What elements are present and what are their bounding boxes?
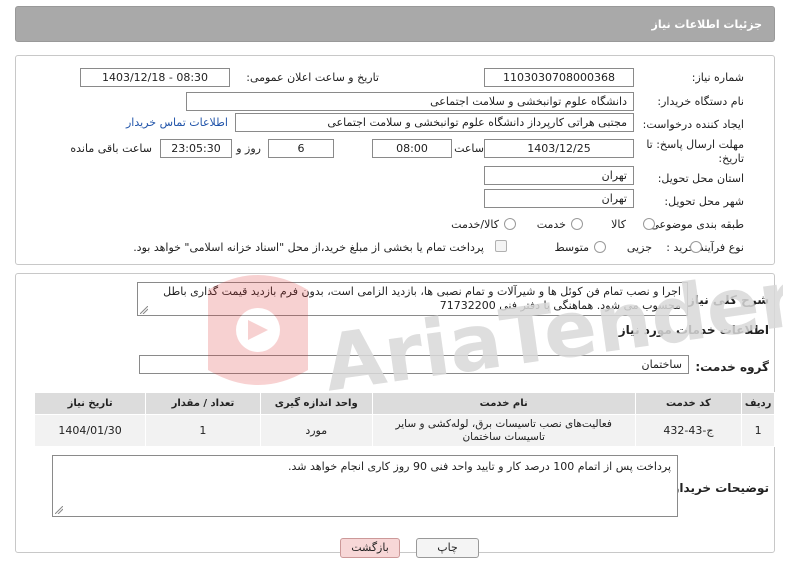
services-table: ردیف کد خدمت نام خدمت واحد اندازه گیری ت… xyxy=(33,392,775,447)
cell-index: 1 xyxy=(741,414,775,447)
creator-field: مجتبی هراتی کارپرداز دانشگاه علوم توانبخ… xyxy=(235,113,634,132)
deadline-label-date: تاریخ: xyxy=(718,152,744,165)
cell-date: 1404/01/30 xyxy=(33,414,147,447)
city-label: شهر محل تحویل: xyxy=(664,195,744,208)
category-goods-service-radio[interactable] xyxy=(504,218,516,230)
need-number-field: 1103030708000368 xyxy=(484,68,634,87)
service-group-field: ساختمان xyxy=(139,355,689,374)
description-textarea[interactable]: اجرا و نصب تمام فن کوئل ها و شیرآلات و ت… xyxy=(137,282,688,316)
col-index: ردیف xyxy=(741,392,775,415)
deadline-time-field: 08:00 xyxy=(372,139,452,158)
buyer-org-label: نام دستگاه خریدار: xyxy=(657,95,744,108)
resize-handle-icon[interactable] xyxy=(55,506,63,514)
province-field: تهران xyxy=(484,166,634,185)
category-goods-label: کالا xyxy=(611,218,626,231)
print-button[interactable]: چاپ xyxy=(416,538,479,558)
province-label: استان محل تحویل: xyxy=(657,172,744,185)
description-label: شرح کلی نیاز: xyxy=(683,293,769,307)
category-service-radio[interactable] xyxy=(571,218,583,230)
process-medium-radio[interactable] xyxy=(594,241,606,253)
remaining-label: ساعت باقی مانده xyxy=(70,142,152,155)
cell-unit: مورد xyxy=(259,414,373,447)
need-number-label: شماره نیاز: xyxy=(691,71,744,84)
description-text: اجرا و نصب تمام فن کوئل ها و شیرآلات و ت… xyxy=(163,285,681,312)
payment-note: پرداخت تمام یا بخشی از مبلغ خرید،از محل … xyxy=(133,241,484,254)
buyer-notes-label: توضیحات خریدار: xyxy=(667,481,769,495)
col-qty: تعداد / مقدار xyxy=(145,392,261,415)
category-service-label: خدمت xyxy=(536,218,566,231)
back-button[interactable]: بازگشت xyxy=(340,538,400,558)
treasury-checkbox[interactable] xyxy=(495,240,507,252)
process-minor-radio[interactable] xyxy=(690,241,702,253)
days-label: روز و xyxy=(236,142,261,155)
contact-buyer-link[interactable]: اطلاعات تماس خریدار xyxy=(126,116,228,129)
col-name: نام خدمت xyxy=(371,392,636,415)
cell-code: ج-43-432 xyxy=(634,414,743,447)
col-date: تاریخ نیاز xyxy=(33,392,147,415)
process-label: نوع فرآیند خرید : xyxy=(666,241,744,254)
col-unit: واحد اندازه گیری xyxy=(259,392,373,415)
col-code: کد خدمت xyxy=(634,392,743,415)
announce-field: 1403/12/18 - 08:30 xyxy=(80,68,230,87)
table-header-row: ردیف کد خدمت نام خدمت واحد اندازه گیری ت… xyxy=(33,392,775,415)
cell-qty: 1 xyxy=(145,414,261,447)
city-field: تهران xyxy=(484,189,634,208)
remaining-time-field: 23:05:30 xyxy=(160,139,232,158)
buyer-org-field: دانشگاه علوم توانبخشی و سلامت اجتماعی xyxy=(186,92,634,111)
creator-label: ایجاد کننده درخواست: xyxy=(642,118,744,131)
buyer-notes-text: پرداخت پس از اتمام 100 درصد کار و تایید … xyxy=(288,460,671,473)
buyer-notes-textarea[interactable]: پرداخت پس از اتمام 100 درصد کار و تایید … xyxy=(52,455,678,517)
service-group-label: گروه خدمت: xyxy=(695,360,769,374)
services-section-title: اطلاعات خدمات مورد نیاز xyxy=(618,323,769,337)
table-row: 1 ج-43-432 فعالیت‌های نصب تاسیسات برق، ل… xyxy=(33,414,775,447)
process-medium-label: متوسط xyxy=(554,241,589,254)
category-goods-service-label: کالا/خدمت xyxy=(451,218,499,231)
category-label: طبقه بندی موضوعی: xyxy=(646,218,744,231)
page-title: جزئیات اطلاعات نیاز xyxy=(651,18,763,31)
category-goods-radio[interactable] xyxy=(643,218,655,230)
cell-name: فعالیت‌های نصب تاسیسات برق، لوله‌کشی و س… xyxy=(371,414,636,447)
page-header: جزئیات اطلاعات نیاز xyxy=(15,6,775,42)
time-label: ساعت xyxy=(454,142,484,155)
deadline-date-field: 1403/12/25 xyxy=(484,139,634,158)
process-minor-label: جزیی xyxy=(626,241,652,254)
announce-label: تاریخ و ساعت اعلان عمومی: xyxy=(246,71,379,84)
days-field: 6 xyxy=(268,139,334,158)
resize-handle-icon[interactable] xyxy=(140,306,148,314)
deadline-label: مهلت ارسال پاسخ: تا xyxy=(646,138,744,151)
